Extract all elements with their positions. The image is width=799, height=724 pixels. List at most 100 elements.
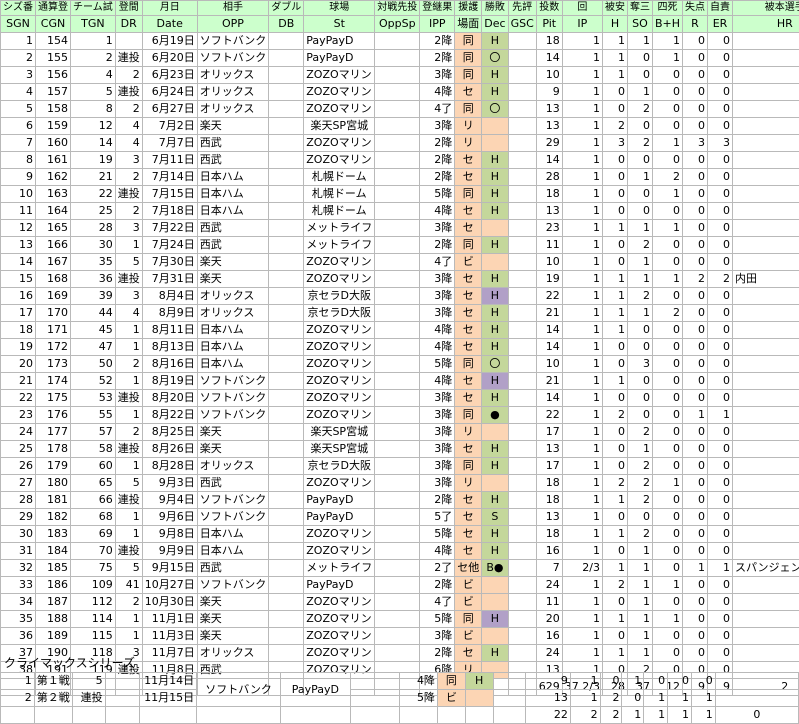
header-cell[interactable]: IP	[562, 16, 602, 33]
cell-h[interactable]: 1	[602, 322, 627, 339]
cell-hr[interactable]	[733, 254, 799, 271]
cell-oppsp[interactable]	[375, 118, 420, 135]
cell-dr[interactable]: 5	[115, 475, 142, 492]
cell-pit[interactable]: 14	[536, 390, 562, 407]
cell-oppsp[interactable]	[375, 84, 420, 101]
cell-cgn[interactable]: 188	[36, 611, 71, 628]
cell-sgn[interactable]: 11	[1, 203, 36, 220]
cell-gsc[interactable]	[508, 322, 536, 339]
cell-dr[interactable]: 連投	[115, 390, 142, 407]
cs-oppsp[interactable]	[350, 690, 399, 707]
header-cell[interactable]: 通算登	[36, 1, 71, 16]
cell-opp[interactable]: ソフトバンク	[197, 50, 269, 67]
cell-st[interactable]: ZOZOマリン	[304, 254, 375, 271]
cell-ip[interactable]: 1	[562, 169, 602, 186]
header-cell[interactable]: 対戦先投	[375, 1, 420, 16]
cell-date[interactable]: 10月30日	[142, 594, 197, 611]
cell-ip[interactable]: 1	[562, 305, 602, 322]
cell-hr[interactable]	[733, 152, 799, 169]
cell-tgn[interactable]: 112	[71, 594, 116, 611]
cell-situation[interactable]: リ	[455, 135, 482, 152]
cell-hr[interactable]	[733, 492, 799, 509]
cell-situation[interactable]: セ	[455, 543, 482, 560]
cell-bb[interactable]: 0	[652, 458, 682, 475]
cell-pit[interactable]: 23	[536, 220, 562, 237]
cell-situation[interactable]: 同	[455, 67, 482, 84]
cell-gsc[interactable]	[508, 118, 536, 135]
cell-sgn[interactable]: 12	[1, 220, 36, 237]
cell-sgn[interactable]: 10	[1, 186, 36, 203]
cell-so[interactable]: 0	[627, 67, 652, 84]
cell-oppsp[interactable]	[375, 594, 420, 611]
cs-er[interactable]: 0	[691, 673, 715, 690]
cell-gsc[interactable]	[508, 628, 536, 645]
cell-tgn[interactable]: 21	[71, 169, 116, 186]
cell-pit[interactable]: 24	[536, 577, 562, 594]
header-cell[interactable]: Pit	[536, 16, 562, 33]
cell-so[interactable]: 2	[627, 288, 652, 305]
header-cell[interactable]: 回	[562, 1, 602, 16]
cell-cgn[interactable]: 160	[36, 135, 71, 152]
cell-cgn[interactable]: 154	[36, 33, 71, 50]
cell-h[interactable]: 0	[602, 101, 627, 118]
cell-dec[interactable]: H	[482, 305, 508, 322]
cell-r[interactable]: 0	[683, 373, 708, 390]
cell-bb[interactable]: 0	[652, 152, 682, 169]
cell-sgn[interactable]: 21	[1, 373, 36, 390]
cell-pit[interactable]: 14	[536, 339, 562, 356]
cell-so[interactable]: 0	[627, 339, 652, 356]
cell-cgn[interactable]: 163	[36, 186, 71, 203]
cell-bb[interactable]: 1	[652, 577, 682, 594]
cell-bb[interactable]: 1	[652, 475, 682, 492]
cell-dec[interactable]	[482, 220, 508, 237]
cell-sgn[interactable]: 8	[1, 152, 36, 169]
cell-st[interactable]: PayPayD	[304, 50, 375, 67]
cell-hr[interactable]	[733, 458, 799, 475]
cell-h[interactable]: 0	[602, 237, 627, 254]
cell-st[interactable]: 札幌ドーム	[304, 203, 375, 220]
cell-h[interactable]: 2	[602, 407, 627, 424]
cell-hr[interactable]	[733, 186, 799, 203]
cell-so[interactable]: 2	[627, 135, 652, 152]
cell-pit[interactable]: 18	[536, 475, 562, 492]
cell-sgn[interactable]: 5	[1, 101, 36, 118]
cell-h[interactable]: 0	[602, 424, 627, 441]
cell-cgn[interactable]: 166	[36, 237, 71, 254]
cell-st[interactable]: PayPayD	[304, 509, 375, 526]
cell-cgn[interactable]: 183	[36, 526, 71, 543]
cell-date[interactable]: 7月14日	[142, 169, 197, 186]
cell-opp[interactable]: 楽天	[197, 424, 269, 441]
cell-tgn[interactable]: 70	[71, 543, 116, 560]
cell-tgn[interactable]: 12	[71, 118, 116, 135]
cell-situation[interactable]: 同	[455, 407, 482, 424]
header-cell[interactable]: 登間	[115, 1, 142, 16]
cell-er[interactable]: 0	[708, 50, 733, 67]
cell-ipp[interactable]: 4降	[420, 543, 455, 560]
cell-oppsp[interactable]	[375, 305, 420, 322]
cell-h[interactable]: 1	[602, 33, 627, 50]
cell-date[interactable]: 11月7日	[142, 645, 197, 662]
cell-db[interactable]	[269, 271, 304, 288]
cell-dec[interactable]: ●	[482, 407, 508, 424]
cell-dr[interactable]: 連投	[115, 271, 142, 288]
cell-dec[interactable]: H	[482, 339, 508, 356]
cell-ipp[interactable]: 3降	[420, 220, 455, 237]
cell-st[interactable]: ZOZOマリン	[304, 152, 375, 169]
cell-bb[interactable]: 0	[652, 492, 682, 509]
cell-gsc[interactable]	[508, 390, 536, 407]
cell-st[interactable]: ZOZOマリン	[304, 135, 375, 152]
cell-ipp[interactable]: 4了	[420, 594, 455, 611]
cell-ip[interactable]: 1	[562, 509, 602, 526]
cell-date[interactable]: 9月8日	[142, 526, 197, 543]
cell-gsc[interactable]	[508, 526, 536, 543]
cell-gsc[interactable]	[508, 84, 536, 101]
cell-sgn[interactable]: 19	[1, 339, 36, 356]
cell-hr[interactable]	[733, 577, 799, 594]
cell-db[interactable]	[269, 407, 304, 424]
cell-ip[interactable]: 1	[562, 373, 602, 390]
cell-st[interactable]: ZOZOマリン	[304, 339, 375, 356]
cell-gsc[interactable]	[508, 152, 536, 169]
cell-er[interactable]: 0	[708, 84, 733, 101]
cs-situation[interactable]: ビ	[437, 690, 465, 707]
cell-pit[interactable]: 22	[536, 407, 562, 424]
